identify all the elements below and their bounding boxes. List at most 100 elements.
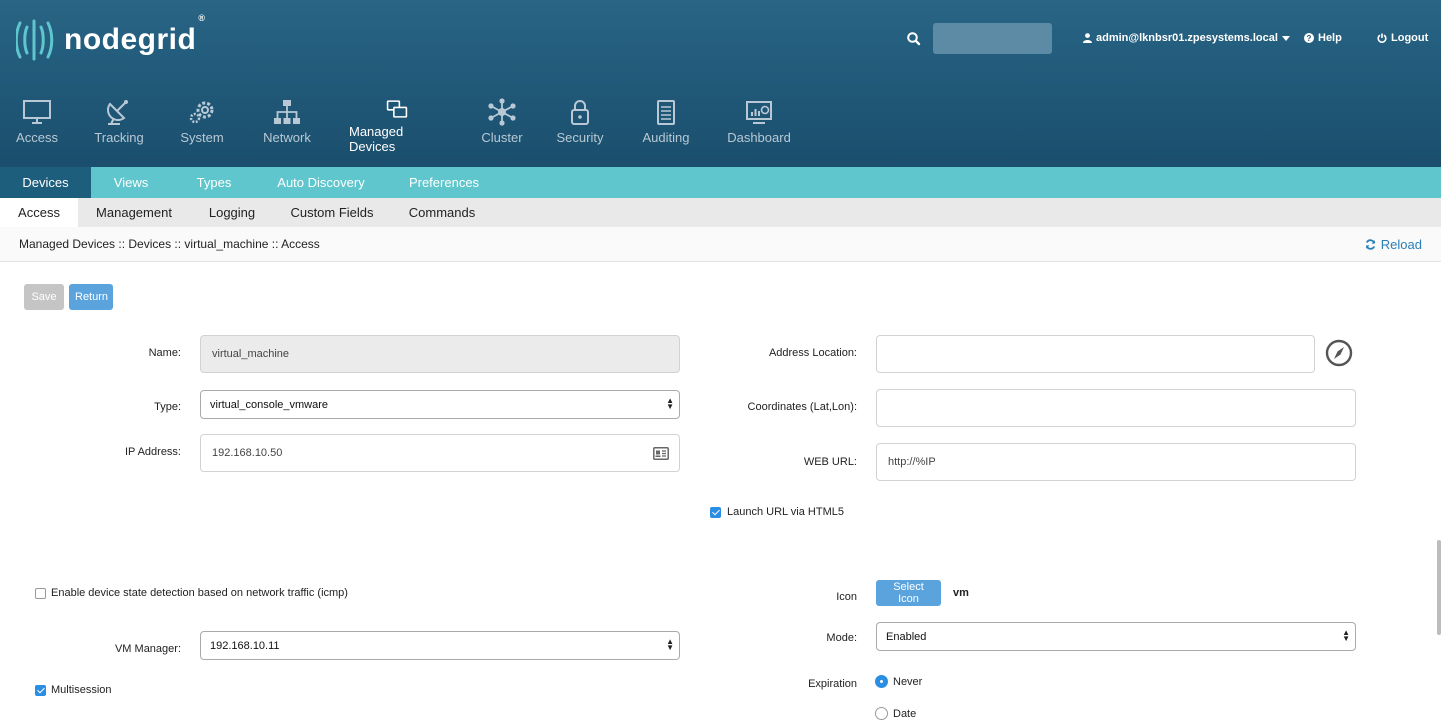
- icmp-checkbox[interactable]: [35, 588, 46, 599]
- coordinates-label: Coordinates (Lat,Lon):: [747, 401, 857, 413]
- secondary-tabs: Access Management Logging Custom Fields …: [0, 198, 1441, 227]
- web-url-value: http://%IP: [888, 456, 936, 468]
- tab-views[interactable]: Views: [102, 167, 160, 198]
- ip-address-field[interactable]: 192.168.10.50: [200, 434, 680, 472]
- select-arrows-icon: ▲ ▼: [666, 396, 674, 411]
- select-arrows-icon: ▲ ▼: [666, 637, 674, 652]
- type-label: Type:: [154, 401, 181, 413]
- reload-button[interactable]: Reload: [1365, 237, 1422, 252]
- cluster-icon: [488, 98, 516, 126]
- refresh-icon: [1365, 239, 1375, 250]
- nav-network[interactable]: Network: [262, 98, 312, 154]
- nav-label: Tracking: [94, 130, 144, 145]
- nav-cluster[interactable]: Cluster: [481, 98, 523, 154]
- multisession-checkbox[interactable]: [35, 685, 46, 696]
- nav-managed-devices[interactable]: Managed Devices: [349, 98, 445, 154]
- nav-label: Dashboard: [727, 130, 791, 145]
- vm-manager-label: VM Manager:: [114, 643, 181, 655]
- nav-auditing[interactable]: Auditing: [642, 98, 690, 154]
- logo-text: nodegrid®: [64, 13, 206, 56]
- monitor-icon: [23, 100, 51, 124]
- expiration-never-label: Never: [893, 676, 923, 688]
- power-icon: [1377, 33, 1387, 43]
- tab-custom-fields[interactable]: Custom Fields: [284, 198, 380, 227]
- page-scrollbar[interactable]: [1437, 540, 1441, 635]
- nav-label: Network: [263, 130, 311, 145]
- icmp-label: Enable device state detection based on n…: [51, 587, 348, 599]
- logout-link[interactable]: Logout: [1377, 32, 1428, 44]
- reload-label: Reload: [1380, 237, 1422, 252]
- launch-html5-checkbox[interactable]: [710, 507, 721, 518]
- help-link[interactable]: ? Help: [1304, 32, 1342, 44]
- tab-management[interactable]: Management: [88, 198, 180, 227]
- tab-logging[interactable]: Logging: [198, 198, 266, 227]
- network-icon: [274, 100, 300, 124]
- save-button[interactable]: Save: [24, 284, 64, 310]
- nodegrid-logo[interactable]: nodegrid®: [16, 13, 206, 64]
- user-menu[interactable]: admin@lknbsr01.zpesystems.local: [1083, 32, 1290, 44]
- tab-access[interactable]: Access: [0, 198, 78, 227]
- name-label: Name:: [148, 347, 181, 359]
- nodegrid-logo-icon: [16, 19, 54, 61]
- tab-types[interactable]: Types: [185, 167, 243, 198]
- user-name: admin@lknbsr01.zpesystems.local: [1096, 32, 1278, 44]
- breadcrumb: Managed Devices :: Devices :: virtual_ma…: [19, 237, 320, 251]
- expiration-label: Expiration: [808, 678, 857, 690]
- search-input[interactable]: [933, 23, 1052, 54]
- dashboard-icon: [746, 101, 772, 124]
- help-label: Help: [1318, 32, 1342, 44]
- web-url-label: WEB URL:: [803, 456, 857, 468]
- logout-label: Logout: [1391, 32, 1429, 44]
- nav-label: Security: [556, 130, 604, 145]
- tab-commands[interactable]: Commands: [400, 198, 484, 227]
- svg-text:?: ?: [1307, 34, 1312, 43]
- lock-icon: [571, 100, 589, 125]
- primary-tabs: Devices Views Types Auto Discovery Prefe…: [0, 167, 1441, 198]
- icon-value: vm: [953, 587, 969, 599]
- tab-auto-discovery[interactable]: Auto Discovery: [270, 167, 372, 198]
- expiration-date-radio[interactable]: [875, 707, 888, 720]
- satellite-icon: [107, 100, 128, 125]
- tab-preferences[interactable]: Preferences: [400, 167, 488, 198]
- vm-manager-value: 192.168.10.11: [210, 639, 280, 652]
- compass-icon[interactable]: [1325, 339, 1353, 367]
- nav-security[interactable]: Security: [557, 98, 603, 154]
- search-icon[interactable]: [906, 31, 922, 47]
- address-card-icon[interactable]: [653, 447, 669, 460]
- name-field: virtual_machine: [200, 335, 680, 373]
- nav-access[interactable]: Access: [16, 98, 58, 154]
- chevron-down-icon: [1281, 35, 1290, 41]
- name-value: virtual_machine: [212, 348, 290, 360]
- gears-icon: [189, 101, 214, 124]
- mode-select[interactable]: Enabled ▲ ▼: [876, 622, 1356, 651]
- tab-devices[interactable]: Devices: [0, 167, 91, 198]
- icon-label: Icon: [836, 591, 857, 603]
- mode-label: Mode:: [826, 632, 857, 644]
- launch-html5-label: Launch URL via HTML5: [727, 506, 844, 518]
- address-location-label: Address Location:: [768, 347, 857, 359]
- notepad-icon: [657, 100, 675, 125]
- type-value: virtual_console_vmware: [210, 398, 328, 411]
- ip-address-value: 192.168.10.50: [212, 447, 283, 459]
- ip-address-label: IP Address:: [124, 446, 181, 458]
- type-select[interactable]: virtual_console_vmware ▲ ▼: [200, 390, 680, 419]
- select-arrows-icon: ▲ ▼: [1342, 628, 1350, 643]
- vm-manager-select[interactable]: 192.168.10.11 ▲ ▼: [200, 631, 680, 660]
- select-icon-button[interactable]: Select Icon: [876, 580, 941, 606]
- help-icon: ?: [1304, 33, 1314, 43]
- coordinates-field[interactable]: [876, 389, 1356, 427]
- expiration-never-radio[interactable]: [875, 675, 888, 688]
- nav-tracking[interactable]: Tracking: [94, 98, 144, 154]
- return-button[interactable]: Return: [69, 284, 113, 310]
- nav-dashboard[interactable]: Dashboard: [727, 98, 791, 154]
- web-url-field[interactable]: http://%IP: [876, 443, 1356, 481]
- expiration-date-label: Date: [893, 708, 917, 720]
- nav-label: Auditing: [642, 130, 690, 145]
- address-location-field[interactable]: [876, 335, 1315, 373]
- nav-label: Cluster: [481, 130, 523, 145]
- nav-system[interactable]: System: [180, 98, 224, 154]
- multisession-label: Multisession: [51, 684, 112, 696]
- nav-label: Access: [16, 130, 58, 145]
- nav-label: Managed Devices: [349, 124, 404, 154]
- breadcrumb-bar: Managed Devices :: Devices :: virtual_ma…: [0, 227, 1441, 262]
